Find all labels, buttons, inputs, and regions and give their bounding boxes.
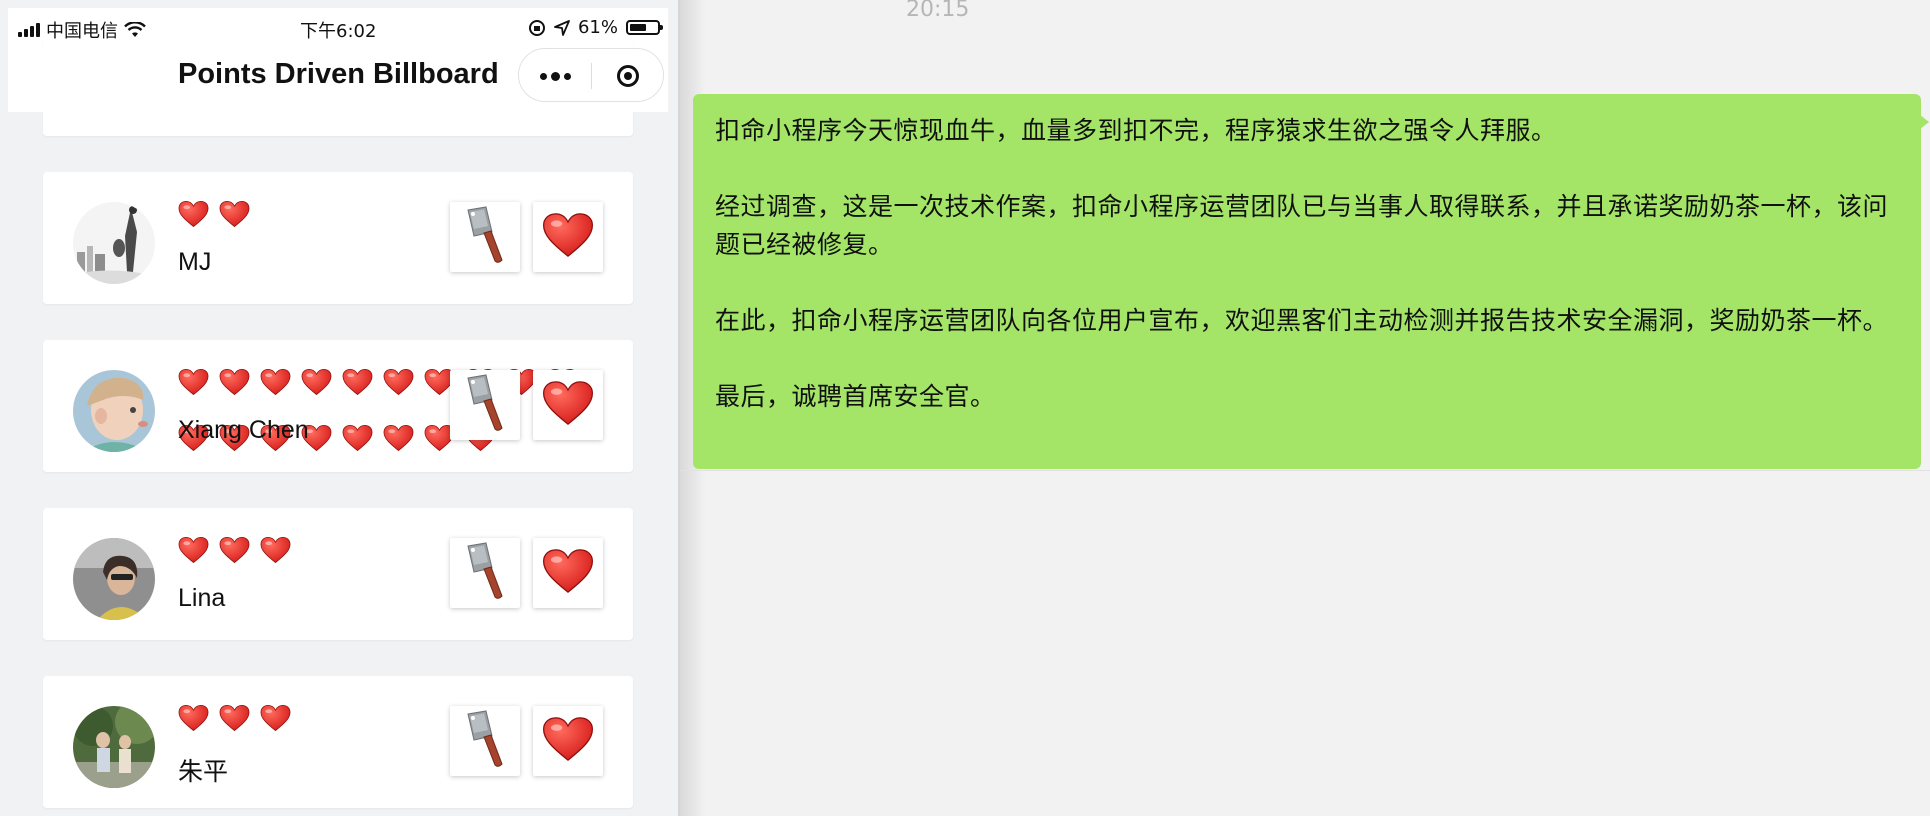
heart-point-icon [219, 704, 250, 732]
user-name: Lina [178, 584, 226, 612]
heart-point-icon [383, 368, 414, 396]
chat-divider [680, 470, 1930, 471]
heart-point-icon [178, 704, 209, 732]
cleaver-button[interactable] [450, 370, 520, 440]
navigation-bar: Points Driven Billboard [8, 48, 668, 112]
heart-point-icon [219, 200, 250, 228]
heart-icon [542, 716, 594, 766]
heart-point-icon [383, 424, 414, 452]
list-item: 朱平 [43, 676, 633, 808]
cleaver-icon [462, 542, 508, 604]
heart-button[interactable] [533, 706, 603, 776]
hearts-row [178, 536, 291, 564]
more-dots-icon [539, 72, 547, 80]
capsule-menu [518, 48, 664, 102]
cleaver-button[interactable] [450, 202, 520, 272]
more-button[interactable] [519, 49, 591, 103]
heart-button[interactable] [533, 202, 603, 272]
avatar [73, 202, 155, 284]
heart-point-icon [219, 536, 250, 564]
target-icon [617, 65, 639, 87]
message-paragraph: 在此，扣命小程序运营团队向各位用户宣布，欢迎黑客们主动检测并报告技术安全漏洞，奖… [715, 306, 1889, 335]
battery-icon [626, 20, 663, 35]
list-item: MJ [43, 172, 633, 304]
orientation-lock-icon [528, 19, 545, 36]
heart-button[interactable] [533, 538, 603, 608]
heart-point-icon [260, 368, 291, 396]
cleaver-icon [462, 206, 508, 268]
heart-point-icon [301, 368, 332, 396]
wifi-icon [124, 22, 146, 37]
cleaver-icon [462, 710, 508, 772]
chat-message-bubble[interactable]: 扣命小程序今天惊现血牛，血量多到扣不完，程序猿求生欲之强令人拜服。 经过调查，这… [693, 94, 1921, 469]
heart-point-icon [178, 200, 209, 228]
cleaver-button[interactable] [450, 706, 520, 776]
cellular-signal-icon [18, 23, 40, 37]
location-arrow-icon [554, 19, 570, 36]
message-paragraph: 最后，诚聘首席安全官。 [715, 382, 996, 411]
list-item: Xiang Chen [43, 340, 633, 472]
heart-point-icon [342, 368, 373, 396]
heart-icon [542, 380, 594, 430]
hearts-row [178, 704, 291, 732]
status-right: 61% [528, 17, 663, 38]
heart-point-icon [260, 704, 291, 732]
avatar [73, 538, 155, 620]
heart-button[interactable] [533, 370, 603, 440]
page-title: Points Driven Billboard [178, 58, 499, 90]
heart-icon [542, 548, 594, 598]
heart-point-icon [342, 424, 373, 452]
message-paragraph: 扣命小程序今天惊现血牛，血量多到扣不完，程序猿求生欲之强令人拜服。 [715, 116, 1557, 145]
heart-point-icon [260, 536, 291, 564]
user-name: Xiang Chen [178, 416, 309, 444]
message-timestamp: 20:15 [906, 0, 970, 22]
bubble-tail [1919, 114, 1929, 130]
mini-program-panel: 中国电信 下午6:02 61% Points Driven Billboard [0, 0, 680, 816]
user-name: 朱平 [178, 758, 229, 786]
cleaver-button[interactable] [450, 538, 520, 608]
battery-percent: 61% [577, 17, 618, 38]
heart-icon [542, 212, 594, 262]
avatar [73, 370, 155, 452]
avatar [73, 706, 155, 788]
heart-point-icon [178, 536, 209, 564]
heart-point-icon [219, 368, 250, 396]
user-name: MJ [178, 248, 212, 276]
message-paragraph: 经过调查，这是一次技术作案，扣命小程序运营团队已与当事人取得联系，并且承诺奖励奶… [715, 192, 1889, 259]
heart-point-icon [178, 368, 209, 396]
close-miniprogram-button[interactable] [592, 49, 664, 103]
cleaver-icon [462, 374, 508, 436]
list-item: Lina [43, 508, 633, 640]
hearts-row [178, 200, 250, 228]
